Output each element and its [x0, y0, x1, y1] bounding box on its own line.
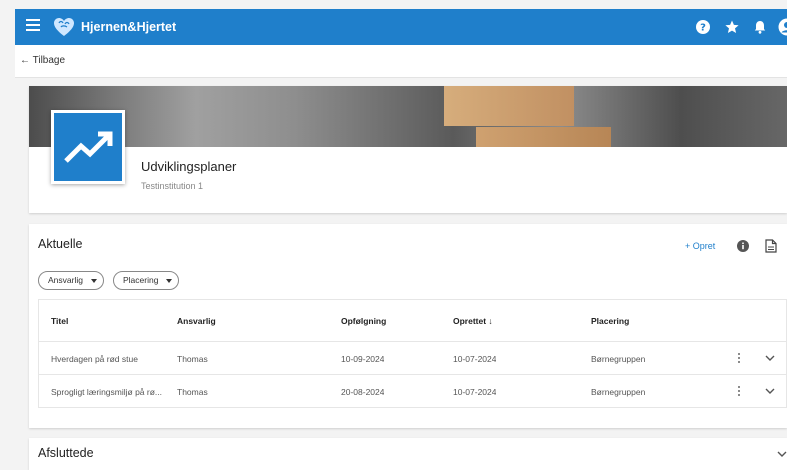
chevron-down-icon[interactable]	[765, 387, 775, 395]
back-bar: ← Tilbage	[15, 45, 787, 78]
finished-plans-card[interactable]: Afsluttede	[29, 438, 787, 470]
caret-down-icon	[90, 279, 97, 283]
cell-titel: Hverdagen på rød stue	[51, 354, 138, 364]
page-title: Udviklingsplaner	[141, 159, 237, 174]
bell-icon[interactable]	[752, 19, 768, 35]
cell-opfolgning: 10-09-2024	[341, 354, 385, 364]
cell-oprettet: 10-07-2024	[453, 387, 497, 397]
trending-up-icon	[51, 110, 125, 184]
back-link[interactable]: ← Tilbage	[20, 55, 65, 66]
star-icon[interactable]	[724, 19, 740, 35]
arrow-left-icon: ←	[20, 55, 30, 66]
table-row[interactable]: Sprogligt læringsmiljø på rø... Thomas 2…	[39, 375, 787, 408]
section-title-current: Aktuelle	[38, 237, 83, 251]
table-header-row: Titel Ansvarlig Opfølgning Oprettet ↓ Pl…	[39, 300, 787, 342]
cell-placering: Børnegruppen	[591, 354, 646, 364]
more-vert-icon[interactable]	[737, 386, 741, 397]
column-header-ansvarlig[interactable]: Ansvarlig	[177, 316, 216, 326]
filter-chip-label: Placering	[123, 275, 159, 285]
plans-table: Titel Ansvarlig Opfølgning Oprettet ↓ Pl…	[38, 299, 787, 408]
help-icon[interactable]: ?	[695, 19, 711, 35]
filter-chip-label: Ansvarlig	[48, 275, 83, 285]
banner-image	[29, 86, 787, 147]
section-title-finished: Afsluttede	[38, 446, 94, 460]
current-plans-card: Aktuelle + Opret Ansvarlig Placering Tit…	[29, 224, 787, 428]
caret-down-icon	[166, 279, 173, 283]
info-icon[interactable]	[737, 240, 749, 252]
cell-ansvarlig: Thomas	[177, 354, 208, 364]
hamburger-menu-icon[interactable]	[26, 19, 40, 33]
app-title[interactable]: Hjernen&Hjertet	[81, 20, 176, 34]
page-subtitle: Testinstitution 1	[141, 181, 204, 191]
column-header-opfolgning[interactable]: Opfølgning	[341, 316, 386, 326]
document-icon[interactable]	[765, 239, 777, 253]
header-card: Udviklingsplaner Testinstitution 1	[29, 86, 787, 213]
top-app-bar: Hjernen&Hjertet ?	[15, 9, 787, 45]
svg-text:?: ?	[700, 23, 706, 34]
column-header-oprettet[interactable]: Oprettet ↓	[453, 316, 493, 326]
cell-oprettet: 10-07-2024	[453, 354, 497, 364]
create-button[interactable]: + Opret	[685, 241, 715, 251]
filter-chip-placering[interactable]: Placering	[113, 271, 180, 290]
cell-placering: Børnegruppen	[591, 387, 646, 397]
cell-titel: Sprogligt læringsmiljø på rø...	[51, 387, 163, 397]
banner-wood-block	[444, 86, 574, 126]
account-icon[interactable]	[778, 18, 787, 36]
more-vert-icon[interactable]	[737, 353, 741, 364]
column-header-placering[interactable]: Placering	[591, 316, 629, 326]
heart-brain-logo[interactable]	[52, 15, 76, 39]
banner-wood-block	[476, 127, 611, 147]
filter-chip-ansvarlig[interactable]: Ansvarlig	[38, 271, 104, 290]
back-label: Tilbage	[32, 55, 66, 66]
chevron-down-icon[interactable]	[765, 354, 775, 362]
cell-opfolgning: 20-08-2024	[341, 387, 385, 397]
table-row[interactable]: Hverdagen på rød stue Thomas 10-09-2024 …	[39, 342, 787, 375]
cell-ansvarlig: Thomas	[177, 387, 208, 397]
column-header-titel[interactable]: Titel	[51, 316, 68, 326]
chevron-down-icon[interactable]	[777, 450, 787, 458]
